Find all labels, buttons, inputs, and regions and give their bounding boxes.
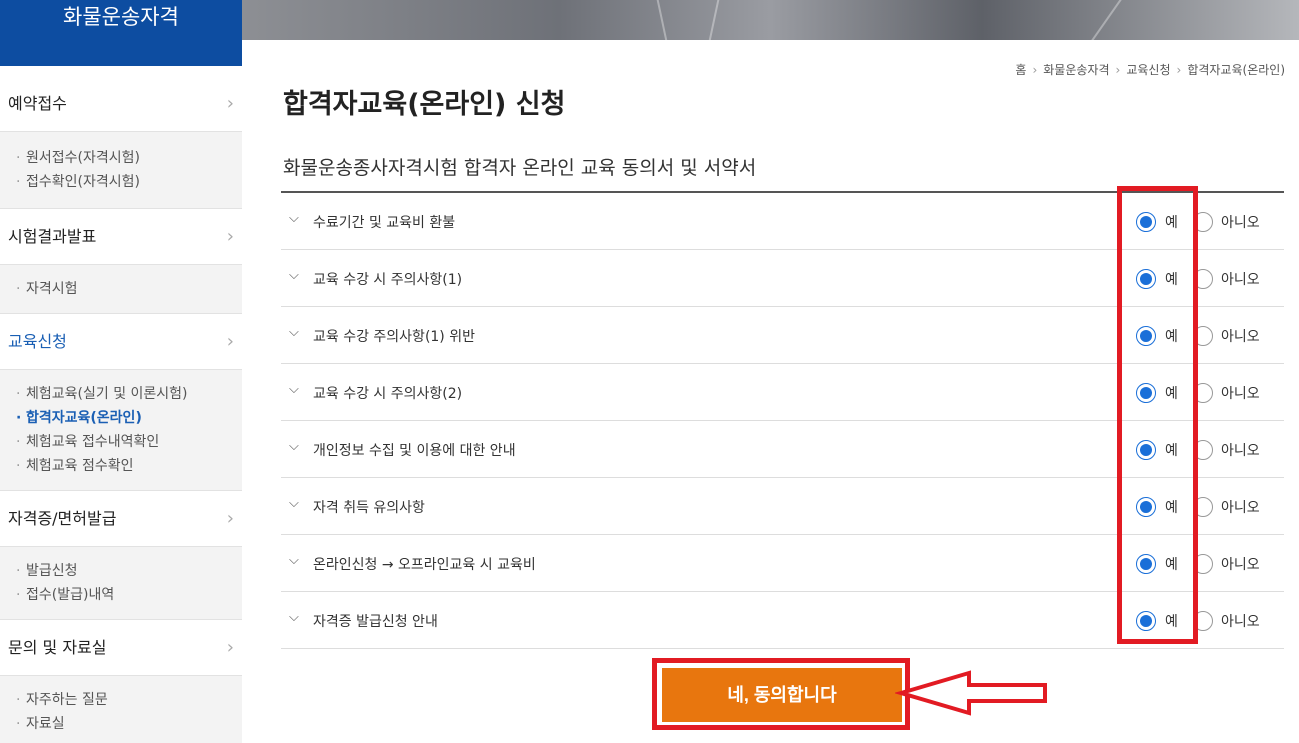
bullet-icon: · [16, 587, 21, 603]
chevron-right-icon: › [226, 93, 234, 114]
sidebar-section[interactable]: 시험결과발표 › [0, 209, 242, 265]
breadcrumb-item[interactable]: 교육신청 [1126, 63, 1170, 77]
chevron-down-icon[interactable]: ⌵ [289, 553, 299, 568]
sidebar-nav: 예약접수 › · 원서접수(자격시험) · 접수확인(자격시험) 시험결과발표 › · 자격시험교… [0, 76, 242, 743]
breadcrumb-item[interactable]: 홈 [1015, 63, 1026, 77]
sidebar-submenu: · 발급신청 · 접수(발급)내역 [0, 547, 242, 620]
chevron-down-icon[interactable]: ⌵ [289, 439, 299, 454]
radio-no-label: 아니오 [1221, 329, 1260, 345]
chevron-down-icon[interactable]: ⌵ [289, 268, 299, 283]
consent-row-label[interactable]: 교육 수강 시 주의사항(1) [313, 269, 462, 289]
bullet-icon: · [16, 692, 21, 708]
consent-row-label[interactable]: 교육 수강 주의사항(1) 위반 [313, 326, 475, 346]
bullet-icon: · [16, 458, 21, 474]
bullet-icon: · [16, 281, 21, 297]
sidebar-title: 화물운송자격 [0, 0, 242, 66]
breadcrumb-separator-icon: › [1032, 63, 1038, 77]
sidebar-subitem[interactable]: · 합격자교육(온라인) [16, 406, 242, 430]
consent-row-label[interactable]: 교육 수강 시 주의사항(2) [313, 383, 462, 403]
sidebar-subitem-label: 체험교육 접수내역확인 [26, 434, 160, 450]
sidebar-section[interactable]: 예약접수 › [0, 76, 242, 132]
sidebar-section-label: 시험결과발표 [8, 227, 97, 246]
breadcrumb-separator-icon: › [1176, 63, 1182, 77]
radio-no-label: 아니오 [1221, 500, 1260, 516]
sidebar-section-label: 예약접수 [8, 94, 67, 113]
agree-button[interactable]: 네, 동의합니다 [662, 668, 902, 722]
sidebar-subitem[interactable]: · 접수(발급)내역 [16, 583, 242, 607]
sidebar-subitem-label: 합격자교육(온라인) [26, 410, 142, 426]
sidebar-subitem[interactable]: · 체험교육 접수내역확인 [16, 430, 242, 454]
sidebar-submenu: · 자격시험 [0, 265, 242, 314]
radio-no-label: 아니오 [1221, 386, 1260, 402]
bullet-icon: · [16, 563, 21, 579]
chevron-down-icon[interactable]: ⌵ [289, 496, 299, 511]
sidebar-subitem-label: 자격시험 [26, 281, 78, 297]
sidebar-subitem[interactable]: · 자격시험 [16, 277, 242, 301]
sidebar-subitem-label: 원서접수(자격시험) [26, 150, 140, 166]
consent-row-label[interactable]: 자격 취득 유의사항 [313, 497, 425, 517]
bullet-icon: · [16, 410, 22, 426]
sidebar-submenu: · 체험교육(실기 및 이론시험) · 합격자교육(온라인) · 체험교육 접수내역확인 ·… [0, 370, 242, 491]
sidebar-section-label: 교육신청 [8, 332, 67, 351]
consent-row-label[interactable]: 수료기간 및 교육비 환불 [313, 212, 455, 232]
sidebar-section[interactable]: 문의 및 자료실 › [0, 620, 242, 676]
chevron-down-icon[interactable]: ⌵ [289, 610, 299, 625]
chevron-right-icon: › [226, 508, 234, 529]
radio-no-label: 아니오 [1221, 215, 1260, 231]
sidebar-subitem[interactable]: · 체험교육(실기 및 이론시험) [16, 382, 242, 406]
section-title: 화물운송종사자격시험 합격자 온라인 교육 동의서 및 서약서 [283, 157, 757, 179]
chevron-right-icon: › [226, 331, 234, 352]
sidebar-section[interactable]: 교육신청 › [0, 314, 242, 370]
breadcrumb-separator-icon: › [1115, 63, 1121, 77]
chevron-down-icon[interactable]: ⌵ [289, 382, 299, 397]
radio-no-label: 아니오 [1221, 557, 1260, 573]
radio-highlight-box [1117, 186, 1198, 644]
arrow-pointer-icon [895, 670, 1047, 716]
breadcrumb-item[interactable]: 화물운송자격 [1043, 63, 1109, 77]
sidebar-subitem[interactable]: · 발급신청 [16, 559, 242, 583]
radio-no-label: 아니오 [1221, 614, 1260, 630]
sidebar-subitem-label: 체험교육 점수확인 [26, 458, 134, 474]
bullet-icon: · [16, 716, 21, 732]
chevron-right-icon: › [226, 226, 234, 247]
sidebar-section-label: 자격증/면허발급 [8, 509, 117, 528]
consent-row-label[interactable]: 자격증 발급신청 안내 [313, 611, 438, 631]
sidebar-subitem-label: 체험교육(실기 및 이론시험) [26, 386, 188, 402]
chevron-down-icon[interactable]: ⌵ [289, 211, 299, 226]
bullet-icon: · [16, 434, 21, 450]
bullet-icon: · [16, 150, 21, 166]
sidebar-subitem[interactable]: · 접수확인(자격시험) [16, 170, 242, 194]
radio-no-label: 아니오 [1221, 272, 1260, 288]
chevron-down-icon[interactable]: ⌵ [289, 325, 299, 340]
sidebar-subitem[interactable]: · 자주하는 질문 [16, 688, 242, 712]
sidebar-section-label: 문의 및 자료실 [8, 638, 107, 657]
sidebar-subitem-label: 접수(발급)내역 [26, 587, 115, 603]
sidebar-subitem-label: 발급신청 [26, 563, 78, 579]
bullet-icon: · [16, 174, 21, 190]
chevron-right-icon: › [226, 637, 234, 658]
sidebar-subitem-label: 자료실 [26, 716, 65, 732]
sidebar-subitem[interactable]: · 체험교육 점수확인 [16, 454, 242, 478]
sidebar-subitem-label: 자주하는 질문 [26, 692, 108, 708]
sidebar-subitem[interactable]: · 원서접수(자격시험) [16, 146, 242, 170]
breadcrumb-item[interactable]: 합격자교육(온라인) [1187, 63, 1285, 77]
top-banner [242, 0, 1299, 40]
bullet-icon: · [16, 386, 21, 402]
breadcrumb: 홈 › 화물운송자격 › 교육신청 › 합격자교육(온라인) [1015, 61, 1285, 78]
sidebar-subitem-label: 접수확인(자격시험) [26, 174, 140, 190]
sidebar-submenu: · 원서접수(자격시험) · 접수확인(자격시험) [0, 132, 242, 209]
consent-row-label[interactable]: 온라인신청 → 오프라인교육 시 교육비 [313, 554, 536, 574]
radio-no-label: 아니오 [1221, 443, 1260, 459]
consent-row-label[interactable]: 개인정보 수집 및 이용에 대한 안내 [313, 440, 516, 460]
sidebar-section[interactable]: 자격증/면허발급 › [0, 491, 242, 547]
page-title: 합격자교육(온라인) 신청 [283, 89, 566, 120]
sidebar-subitem[interactable]: · 자료실 [16, 712, 242, 736]
sidebar-submenu: · 자주하는 질문 · 자료실 [0, 676, 242, 743]
